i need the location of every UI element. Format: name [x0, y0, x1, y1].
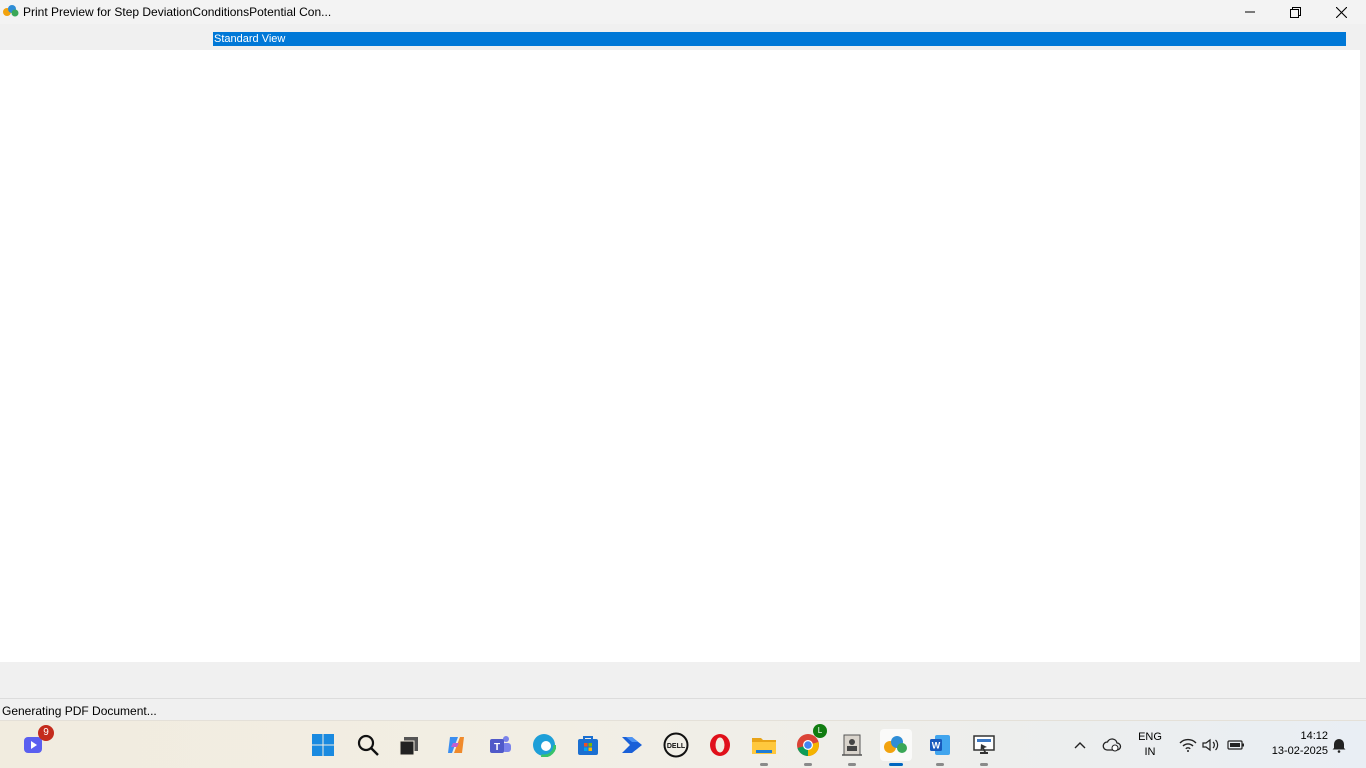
- view-toolbar: Standard View: [0, 24, 1366, 50]
- battery-icon: [1227, 740, 1244, 750]
- system-clock[interactable]: 14:12 13-02-2025: [1256, 729, 1328, 759]
- active-indicator: [889, 763, 903, 766]
- chrome-profile-badge: L: [813, 724, 827, 738]
- edge-icon: [532, 733, 556, 757]
- copilot-button[interactable]: [440, 729, 472, 761]
- running-indicator: [848, 763, 856, 766]
- task-view-button[interactable]: [394, 729, 426, 761]
- clock-date: 13-02-2025: [1271, 745, 1328, 757]
- svg-text:DELL: DELL: [667, 743, 686, 750]
- running-indicator: [936, 763, 944, 766]
- notifications-app-button[interactable]: 9: [17, 725, 54, 761]
- running-indicator: [804, 763, 812, 766]
- contacts-app-button[interactable]: [836, 729, 868, 766]
- minimize-icon: [1245, 11, 1255, 13]
- power-automate-icon: [622, 737, 642, 753]
- teams-icon: T: [490, 736, 511, 753]
- file-explorer-button[interactable]: [748, 729, 780, 766]
- print-preview-app-icon: [884, 736, 907, 753]
- status-bar: Generating PDF Document...: [0, 698, 1366, 720]
- battery-button[interactable]: [1225, 735, 1247, 755]
- cloud-sync-button[interactable]: [1101, 735, 1123, 755]
- task-view-icon: [399, 737, 418, 756]
- contacts-app-icon: [842, 734, 862, 756]
- edge-button[interactable]: [528, 729, 560, 761]
- search-icon: [357, 734, 379, 756]
- volume-button[interactable]: [1200, 735, 1222, 755]
- cloud-sync-icon: [1102, 738, 1122, 752]
- svg-text:T: T: [494, 742, 500, 753]
- search-button[interactable]: [352, 729, 384, 761]
- opera-icon: [710, 734, 730, 756]
- wifi-button[interactable]: [1177, 735, 1199, 755]
- teams-button[interactable]: T: [484, 729, 516, 761]
- running-indicator: [760, 763, 768, 766]
- print-preview-area: [0, 50, 1360, 662]
- preview-lower-panel: [0, 662, 1366, 698]
- dell-icon: DELL: [663, 732, 689, 758]
- view-selector[interactable]: Standard View: [213, 32, 1346, 46]
- window-titlebar: Print Preview for Step DeviationConditio…: [0, 0, 1366, 24]
- start-button[interactable]: [307, 729, 339, 761]
- copilot-icon: [448, 737, 464, 753]
- restore-button[interactable]: [1272, 0, 1318, 24]
- input-language-indicator[interactable]: ENG IN: [1133, 730, 1167, 760]
- microsoft-store-icon: [578, 736, 598, 755]
- volume-icon: [1202, 738, 1219, 752]
- word-button[interactable]: W: [924, 729, 956, 766]
- chevron-up-icon: [1074, 742, 1086, 749]
- clock-time: 14:12: [1300, 730, 1328, 742]
- minimize-button[interactable]: [1227, 0, 1273, 24]
- file-explorer-icon: [752, 738, 776, 754]
- status-text: Generating PDF Document...: [2, 704, 157, 718]
- dell-button[interactable]: DELL: [660, 729, 692, 761]
- region-code: IN: [1144, 746, 1156, 758]
- remote-app-icon: [973, 735, 995, 754]
- wifi-icon: [1179, 738, 1197, 752]
- word-icon: W: [930, 735, 950, 755]
- preview-scroll-gutter: [1360, 50, 1366, 662]
- app-logo-icon: [3, 4, 19, 18]
- close-button[interactable]: [1318, 0, 1364, 24]
- svg-text:W: W: [932, 741, 941, 751]
- chrome-button[interactable]: L: [792, 724, 827, 766]
- window-title: Print Preview for Step DeviationConditio…: [23, 5, 332, 19]
- taskbar: 9 T DELL L W ENG IN 14:12 13-02-2025: [0, 720, 1366, 768]
- remote-app-button[interactable]: [968, 729, 1000, 766]
- language-code: ENG: [1138, 731, 1162, 743]
- power-automate-button[interactable]: [616, 729, 648, 761]
- windows-start-icon: [312, 734, 334, 756]
- notification-count-badge: 9: [38, 725, 54, 741]
- opera-button[interactable]: [704, 729, 736, 761]
- print-preview-app-button[interactable]: [880, 729, 912, 766]
- show-hidden-icons-button[interactable]: [1069, 735, 1091, 755]
- store-button[interactable]: [572, 729, 604, 761]
- close-icon: [1335, 6, 1347, 18]
- notification-center-button[interactable]: [1328, 735, 1350, 755]
- notification-bell-icon: [1332, 739, 1346, 753]
- restore-icon: [1289, 6, 1301, 18]
- running-indicator: [980, 763, 988, 766]
